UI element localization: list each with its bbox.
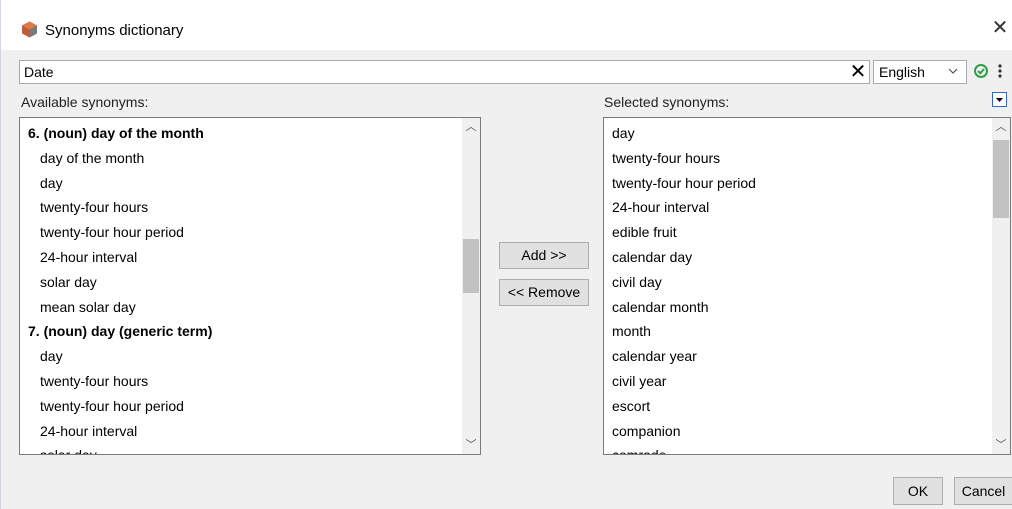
- list-item[interactable]: 24-hour interval: [20, 419, 212, 444]
- language-value: English: [879, 64, 925, 80]
- list-item[interactable]: edible fruit: [604, 220, 756, 245]
- list-item[interactable]: twenty-four hour period: [604, 171, 756, 196]
- list-item[interactable]: comrade: [604, 443, 756, 454]
- ok-button[interactable]: OK: [893, 477, 943, 505]
- selected-rows: day twenty-four hours twenty-four hour per…: [604, 121, 756, 454]
- list-item[interactable]: solar day: [20, 270, 212, 295]
- scroll-up-icon[interactable]: ︿: [462, 118, 480, 136]
- search-input[interactable]: [24, 63, 844, 81]
- list-item[interactable]: 24-hour interval: [20, 245, 212, 270]
- scroll-up-icon[interactable]: ︿: [992, 118, 1010, 136]
- more-vertical-icon[interactable]: [995, 62, 1005, 80]
- close-icon[interactable]: ✕: [990, 18, 1010, 38]
- list-item[interactable]: civil day: [604, 270, 756, 295]
- sense-header[interactable]: 7. (noun) day (generic term): [20, 319, 212, 344]
- available-scroll-thumb[interactable]: [463, 239, 479, 293]
- cancel-button[interactable]: Cancel: [954, 477, 1012, 505]
- list-item[interactable]: civil year: [604, 369, 756, 394]
- chevron-down-icon: [948, 68, 958, 74]
- list-item[interactable]: twenty-four hours: [20, 195, 212, 220]
- window-title: Synonyms dictionary: [45, 22, 184, 39]
- list-item[interactable]: calendar year: [604, 344, 756, 369]
- list-item[interactable]: solar day: [20, 443, 212, 454]
- scroll-down-icon[interactable]: ﹀: [992, 436, 1010, 454]
- search-field[interactable]: [19, 60, 870, 84]
- available-synonyms-list[interactable]: 6. (noun) day of the month day of the mon…: [19, 117, 481, 455]
- list-item[interactable]: twenty-four hours: [604, 146, 756, 171]
- available-scrollbar[interactable]: ︿ ﹀: [462, 118, 480, 454]
- list-item[interactable]: companion: [604, 419, 756, 444]
- list-item[interactable]: month: [604, 319, 756, 344]
- list-item[interactable]: escort: [604, 394, 756, 419]
- list-item[interactable]: calendar day: [604, 245, 756, 270]
- list-item[interactable]: day: [604, 121, 756, 146]
- selected-synonyms-list[interactable]: day twenty-four hours twenty-four hour per…: [603, 117, 1011, 455]
- list-item[interactable]: mean solar day: [20, 295, 212, 320]
- clear-icon[interactable]: ✕: [847, 61, 869, 83]
- title-bar: Synonyms dictionary ✕: [1, 0, 1012, 50]
- available-synonyms-label: Available synonyms:: [21, 94, 149, 110]
- selected-scrollbar[interactable]: ︿ ﹀: [992, 118, 1010, 454]
- available-rows: 6. (noun) day of the month day of the mon…: [20, 121, 212, 454]
- check-circle-icon[interactable]: [973, 63, 989, 79]
- list-item[interactable]: twenty-four hours: [20, 369, 212, 394]
- language-select[interactable]: English: [873, 60, 967, 84]
- selected-synonyms-label: Selected synonyms:: [604, 94, 730, 110]
- dropdown-arrow-icon[interactable]: [992, 92, 1007, 107]
- scroll-down-icon[interactable]: ﹀: [462, 436, 480, 454]
- list-item[interactable]: twenty-four hour period: [20, 394, 212, 419]
- synonyms-app-icon: [22, 21, 37, 38]
- list-item[interactable]: day of the month: [20, 146, 212, 171]
- list-item[interactable]: day: [20, 344, 212, 369]
- list-item[interactable]: day: [20, 171, 212, 196]
- selected-scroll-thumb[interactable]: [993, 140, 1009, 218]
- sense-header[interactable]: 6. (noun) day of the month: [20, 121, 212, 146]
- synonyms-dialog: Synonyms dictionary ✕ ✕ English Availabl…: [0, 0, 1012, 509]
- list-item[interactable]: twenty-four hour period: [20, 220, 212, 245]
- add-button[interactable]: Add >>: [499, 242, 589, 269]
- list-item[interactable]: calendar month: [604, 295, 756, 320]
- remove-button[interactable]: << Remove: [499, 279, 589, 306]
- list-item[interactable]: 24-hour interval: [604, 195, 756, 220]
